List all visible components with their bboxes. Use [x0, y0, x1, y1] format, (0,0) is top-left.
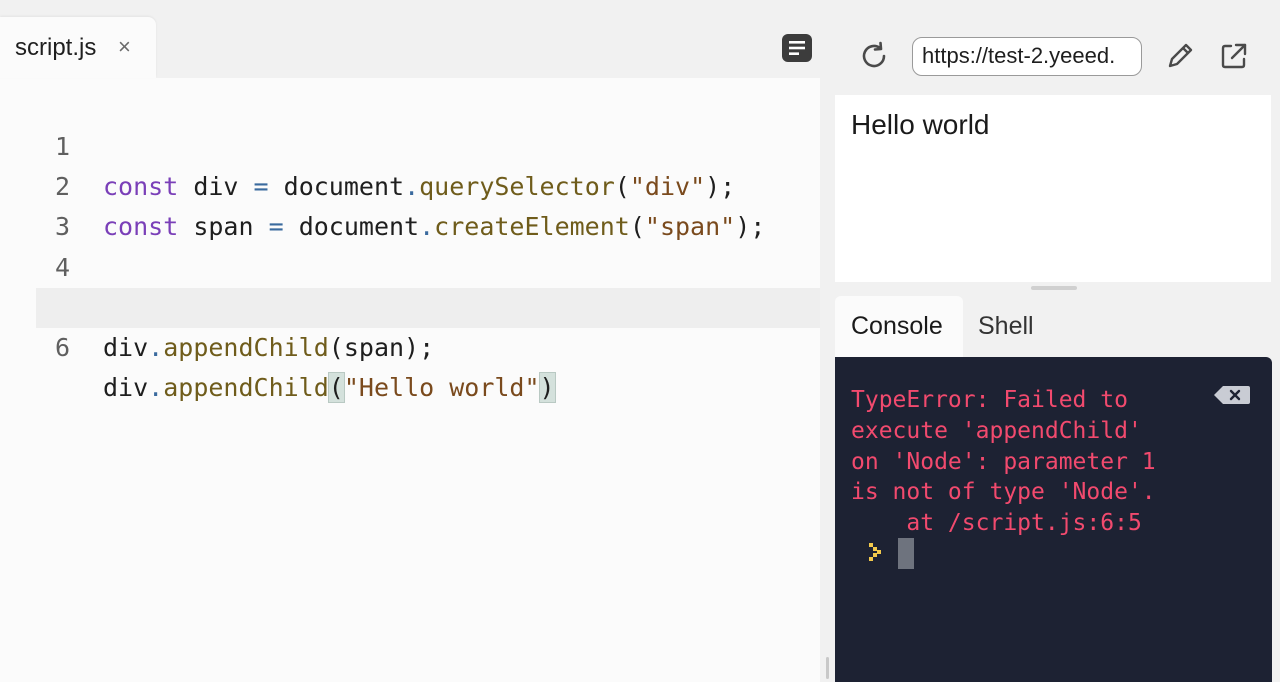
code-line: 4 span.innerText = "Hello world"; — [36, 208, 820, 322]
code-line: 3 — [36, 167, 820, 241]
tab-console-label: Console — [851, 312, 943, 340]
backspace-icon[interactable] — [1213, 384, 1251, 406]
close-icon[interactable]: × — [118, 35, 131, 59]
code-line: 1 const div = document.querySelector("di… — [36, 87, 820, 201]
line-code: div.appendChild(span); — [103, 332, 435, 362]
preview-output: Hello world — [851, 109, 990, 140]
error-line: TypeError: Failed to — [851, 387, 1128, 413]
pencil-icon[interactable] — [1164, 40, 1196, 77]
code-editor[interactable]: 1 const div = document.querySelector("di… — [36, 87, 820, 403]
editor-pane: script.js × 1 const div = document.query… — [0, 0, 829, 682]
error-line: on 'Node': parameter 1 — [851, 448, 1156, 475]
open-external-icon[interactable] — [1218, 40, 1250, 77]
pane-splitter[interactable] — [826, 657, 829, 679]
resize-handle[interactable] — [1031, 286, 1077, 290]
code-line: 5 div.appendChild(span); — [36, 248, 820, 362]
error-line: at /script.js:6:5 — [851, 510, 1142, 537]
prompt-chevron-icon — [869, 543, 885, 561]
preview-pane: https://test-2.yeeed. Hello world Consol… — [834, 0, 1280, 682]
error-line: execute 'appendChild' — [851, 417, 1142, 444]
line-code: div.appendChild("Hello world") — [103, 371, 556, 403]
code-line: 2 const span = document.createElement("s… — [36, 127, 820, 241]
console-input-cursor[interactable] — [898, 538, 914, 569]
line-number: 6 — [54, 332, 70, 362]
editor-tabbar: script.js × — [0, 0, 820, 78]
format-document-icon[interactable] — [782, 34, 812, 62]
tab-label: script.js — [15, 34, 97, 61]
tab-shell[interactable]: Shell — [978, 312, 1034, 341]
error-line: is not of type 'Node'. — [851, 479, 1156, 506]
console-output[interactable]: TypeError: Failed to execute 'appendChild… — [835, 357, 1272, 682]
url-text: https://test-2.yeeed. — [922, 43, 1116, 68]
error-message: TypeError: Failed to execute 'appendChild… — [851, 385, 1156, 539]
preview-frame: Hello world — [835, 95, 1271, 282]
tab-console[interactable]: Console — [835, 296, 963, 358]
code-line-active: 6 div.appendChild("Hello world") — [36, 287, 820, 403]
tab-script-js[interactable]: script.js × — [0, 17, 156, 78]
reload-icon[interactable] — [858, 40, 890, 77]
url-field[interactable]: https://test-2.yeeed. — [912, 37, 1142, 76]
